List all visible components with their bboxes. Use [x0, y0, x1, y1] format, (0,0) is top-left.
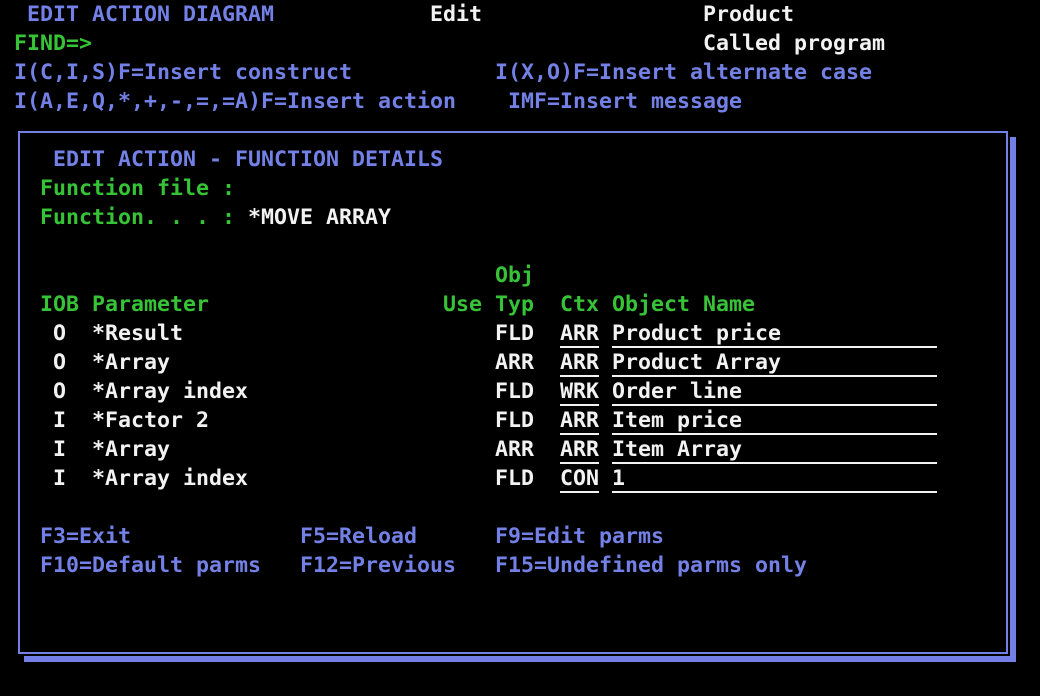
find-prompt[interactable]: FIND=> — [14, 29, 92, 58]
help-insert-alternate-case: I(X,O)F=Insert alternate case — [495, 58, 872, 87]
fkey-f5-reload[interactable]: F5=Reload — [300, 522, 417, 551]
col-header-iob: IOB — [40, 290, 79, 319]
param-obj-type: ARR — [495, 435, 534, 464]
function-label: Function. . . : — [40, 203, 235, 232]
param-name: *Array — [92, 348, 170, 377]
function-value: *MOVE ARRAY — [248, 203, 391, 232]
fkey-f10-default-parms[interactable]: F10=Default parms — [40, 551, 261, 580]
param-object-name-input[interactable]: Product Array — [612, 348, 937, 377]
param-object-name-input[interactable]: Order line — [612, 377, 937, 406]
param-iob: O — [53, 348, 66, 377]
fkey-f15-undefined-parms-only[interactable]: F15=Undefined parms only — [495, 551, 807, 580]
param-ctx-input[interactable]: ARR — [560, 348, 599, 377]
param-iob: I — [53, 406, 66, 435]
param-ctx-input[interactable]: WRK — [560, 377, 599, 406]
col-header-typ: Typ — [495, 290, 534, 319]
col-header-object-name: Object Name — [612, 290, 755, 319]
text-layer: EDIT ACTION DIAGRAM Edit Product FIND=> Call… — [0, 0, 1040, 696]
fkey-f12-previous[interactable]: F12=Previous — [300, 551, 456, 580]
param-obj-type: FLD — [495, 377, 534, 406]
terminal-screen: EDIT ACTION DIAGRAM Edit Product FIND=> Call… — [0, 0, 1040, 696]
context-product: Product — [703, 0, 794, 29]
col-header-ctx: Ctx — [560, 290, 599, 319]
param-iob: O — [53, 377, 66, 406]
param-ctx-input[interactable]: CON — [560, 464, 599, 493]
param-object-name-input[interactable]: 1 — [612, 464, 937, 493]
param-iob: O — [53, 319, 66, 348]
param-iob: I — [53, 435, 66, 464]
param-name: *Array — [92, 435, 170, 464]
help-insert-construct: I(C,I,S)F=Insert construct — [14, 58, 352, 87]
param-obj-type: FLD — [495, 464, 534, 493]
fkey-f9-edit-parms[interactable]: F9=Edit parms — [495, 522, 664, 551]
param-obj-type: ARR — [495, 348, 534, 377]
fkey-f3-exit[interactable]: F3=Exit — [40, 522, 131, 551]
param-name: *Result — [92, 319, 183, 348]
param-object-name-input[interactable]: Item price — [612, 406, 937, 435]
help-insert-message: IMF=Insert message — [508, 87, 742, 116]
param-obj-type: FLD — [495, 406, 534, 435]
param-ctx-input[interactable]: ARR — [560, 406, 599, 435]
param-name: *Array index — [92, 464, 248, 493]
param-iob: I — [53, 464, 66, 493]
param-ctx-input[interactable]: ARR — [560, 435, 599, 464]
param-object-name-input[interactable]: Item Array — [612, 435, 937, 464]
help-insert-action: I(A,E,Q,*,+,-,=,=A)F=Insert action — [14, 87, 456, 116]
param-ctx-input[interactable]: ARR — [560, 319, 599, 348]
col-header-obj: Obj — [495, 261, 534, 290]
function-file-label: Function file : — [40, 174, 235, 203]
mode-indicator: Edit — [430, 0, 482, 29]
param-name: *Array index — [92, 377, 248, 406]
param-obj-type: FLD — [495, 319, 534, 348]
context-called-program: Called program — [703, 29, 885, 58]
param-name: *Factor 2 — [92, 406, 209, 435]
screen-title: EDIT ACTION DIAGRAM — [27, 0, 274, 29]
col-header-use: Use — [443, 290, 482, 319]
window-title: EDIT ACTION - FUNCTION DETAILS — [53, 145, 443, 174]
col-header-parameter: Parameter — [92, 290, 209, 319]
param-object-name-input[interactable]: Product price — [612, 319, 937, 348]
